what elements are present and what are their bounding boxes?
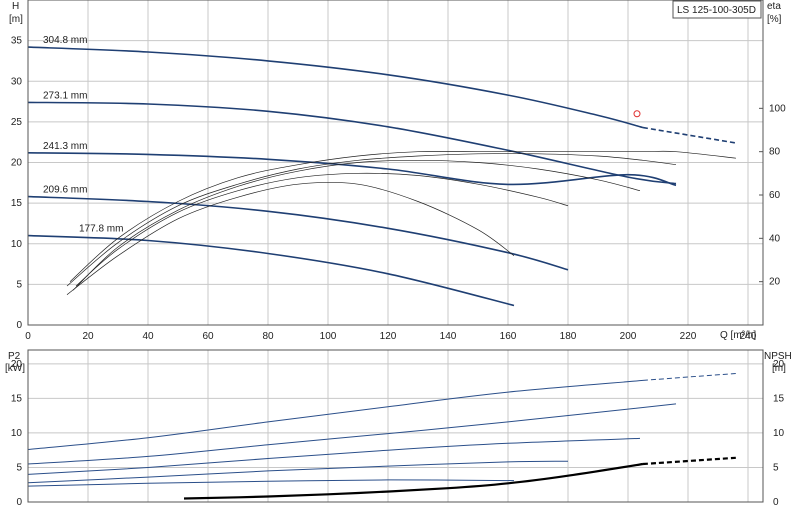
pump-curve-chart: 0 20 40 60 80 100 120 140 160 180 200 220 2400510152… [5,0,792,508]
npsh-tick-label: 0 [773,497,779,508]
h-tick-label: 0 [16,320,22,331]
power-curve [27,479,515,487]
bottom-y-left-label: P2 [8,351,21,362]
npsh-tick-label: 5 [773,462,779,473]
h-tick-label: 30 [11,76,23,87]
h-tick-label: 10 [11,239,23,250]
power-curve [27,379,644,450]
bottom-chart-grid: 0510152005101520 [11,350,785,508]
bottom-chart-frame [27,349,764,503]
head-curve [27,152,677,187]
h-tick-label: 5 [16,279,22,290]
top-y-right-label: eta [767,1,781,12]
head-curve-extension [642,126,737,144]
impeller-diameter-label: 241.3 mm [43,141,87,152]
efficiency-curve [75,172,569,287]
eta-tick-label: 80 [769,147,781,158]
power-curve [27,460,569,484]
top-chart-series: 304.8 mm 273.1 mm 241.3 mm 209.6 mm 177.8 mm [27,35,737,307]
h-tick-label: 20 [11,158,23,169]
eta-tick-label: 100 [769,103,786,114]
impeller-diameter-label: 304.8 mm [43,35,87,46]
npsh-tick-label: 10 [773,428,785,439]
npsh-curve-extension [642,456,737,466]
x-tick-label: 160 [500,331,517,342]
p2-tick-label: 0 [16,497,22,508]
efficiency-curve [72,159,641,291]
h-tick-label: 15 [11,198,23,209]
x-tick-label: 20 [82,331,94,342]
eta-tick-label: 40 [769,233,781,244]
top-y-left-label: H [12,1,19,12]
eta-tick-label: 20 [769,277,781,288]
p2-tick-label: 15 [11,393,23,404]
x-tick-label: 140 [440,331,457,342]
efficiency-curve [66,181,515,295]
model-label: LS 125-100-305D [677,5,756,16]
bottom-y-right-label: NPSH [764,351,792,362]
impeller-diameter-label: 273.1 mm [43,90,87,101]
h-tick-label: 35 [11,36,23,47]
x-tick-label: 80 [262,331,274,342]
x-tick-label: 100 [320,331,337,342]
p2-tick-label: 10 [11,428,23,439]
impeller-diameter-label: 209.6 mm [43,185,87,196]
p2-tick-label: 5 [16,462,22,473]
head-curve [27,234,515,307]
bottom-y-right-unit: [m] [772,363,786,374]
x-tick-label: 40 [142,331,154,342]
x-tick-label: 220 [680,331,697,342]
power-curve-extension [642,373,737,381]
x-tick-label: 60 [202,331,214,342]
impeller-diameter-label: 177.8 mm [79,224,123,235]
h-tick-label: 25 [11,117,23,128]
top-y-left-unit: [m] [9,14,23,25]
duty-point-marker [633,110,641,118]
x-tick-label: 180 [560,331,577,342]
head-curve [27,101,677,185]
bottom-chart-series [27,373,737,500]
head-curve [27,46,644,129]
power-curve [27,437,641,475]
eta-tick-label: 60 [769,190,781,201]
x-tick-label: 120 [380,331,397,342]
x-axis-unit: Q [m³/h] [720,330,756,341]
power-curve [27,403,677,465]
x-tick-label: 200 [620,331,637,342]
x-tick-label: 0 [25,331,31,342]
npsh-tick-label: 15 [773,393,785,404]
bottom-y-left-unit: [kW] [5,363,25,374]
top-y-right-unit: [%] [767,14,782,25]
